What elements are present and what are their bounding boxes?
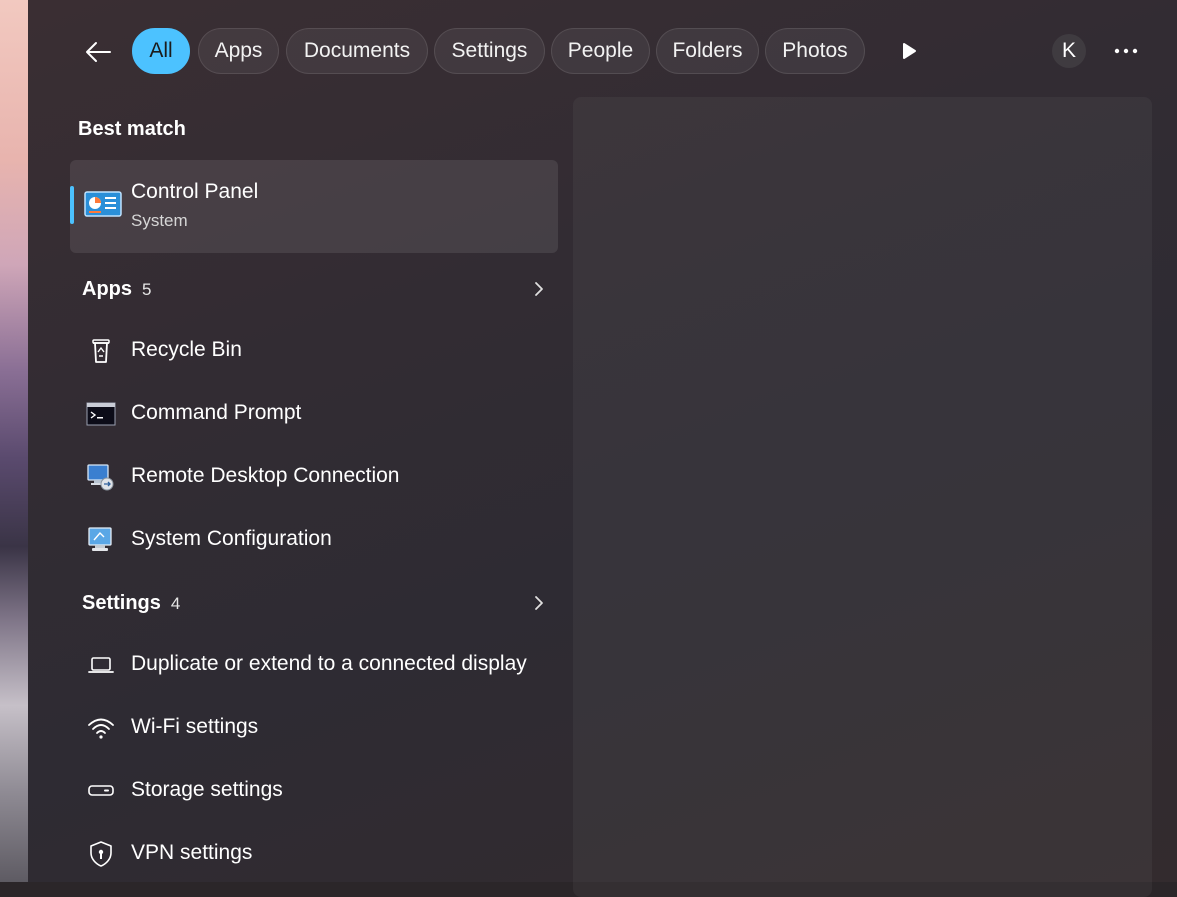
app-result-remote-desktop[interactable]: Remote Desktop Connection [70, 450, 558, 502]
search-panel: All Apps Documents Settings People Folde… [28, 0, 1177, 897]
setting-result-label: VPN settings [131, 841, 253, 864]
setting-result-label: Storage settings [131, 778, 283, 801]
user-avatar[interactable]: K [1052, 34, 1086, 68]
preview-pane [573, 97, 1152, 897]
best-match-subtitle: System [131, 211, 188, 230]
app-result-recycle-bin[interactable]: Recycle Bin [70, 324, 558, 376]
ellipsis-icon [1114, 48, 1138, 54]
filter-people[interactable]: People [551, 28, 650, 74]
settings-section-heading[interactable]: Settings 4 [82, 592, 180, 615]
back-arrow-icon [86, 42, 111, 62]
filter-documents[interactable]: Documents [286, 28, 428, 74]
apps-count: 5 [142, 280, 152, 299]
wifi-icon [88, 718, 114, 739]
recycle-bin-icon [92, 339, 110, 363]
more-filters-button[interactable] [896, 38, 922, 64]
app-result-system-configuration[interactable]: System Configuration [70, 513, 558, 565]
desktop-wallpaper [0, 0, 30, 882]
setting-result-label: Wi-Fi settings [131, 715, 259, 738]
setting-result-wifi[interactable]: Wi-Fi settings [70, 701, 558, 753]
best-match-heading: Best match [78, 118, 186, 140]
laptop-icon [88, 657, 114, 673]
app-result-label: Command Prompt [131, 401, 302, 424]
filter-all[interactable]: All [132, 28, 190, 74]
command-prompt-icon [86, 402, 116, 426]
shield-icon [90, 841, 112, 867]
app-result-label: System Configuration [131, 527, 332, 550]
filter-settings[interactable]: Settings [434, 28, 545, 74]
best-match-title: Control Panel [131, 180, 259, 203]
setting-result-storage[interactable]: Storage settings [70, 764, 558, 816]
settings-count: 4 [170, 594, 181, 613]
best-match-result[interactable]: Control Panel System [70, 160, 558, 253]
selection-indicator [70, 186, 74, 224]
back-button[interactable] [80, 34, 116, 70]
more-options-button[interactable] [1110, 36, 1142, 66]
setting-result-label: Duplicate or extend to a connected displ… [131, 652, 527, 675]
filter-bar: All Apps Documents Settings People Folde… [28, 28, 1177, 76]
app-result-label: Recycle Bin [131, 338, 242, 361]
system-configuration-icon [88, 527, 112, 551]
setting-result-vpn[interactable]: VPN settings [70, 827, 558, 879]
app-result-command-prompt[interactable]: Command Prompt [70, 387, 558, 439]
control-panel-icon [84, 191, 122, 217]
apps-section-heading[interactable]: Apps 5 [82, 278, 151, 301]
apps-heading-label: Apps [82, 278, 132, 300]
filter-apps[interactable]: Apps [198, 28, 279, 74]
chevron-right-icon[interactable] [530, 280, 548, 298]
remote-desktop-icon [87, 464, 114, 491]
app-result-label: Remote Desktop Connection [131, 464, 400, 487]
settings-heading-label: Settings [82, 592, 161, 614]
setting-result-display[interactable]: Duplicate or extend to a connected displ… [70, 638, 558, 690]
storage-drive-icon [88, 785, 114, 796]
play-icon [903, 43, 916, 59]
chevron-right-icon[interactable] [530, 594, 548, 612]
filter-photos[interactable]: Photos [765, 28, 865, 74]
filter-folders[interactable]: Folders [656, 28, 759, 74]
